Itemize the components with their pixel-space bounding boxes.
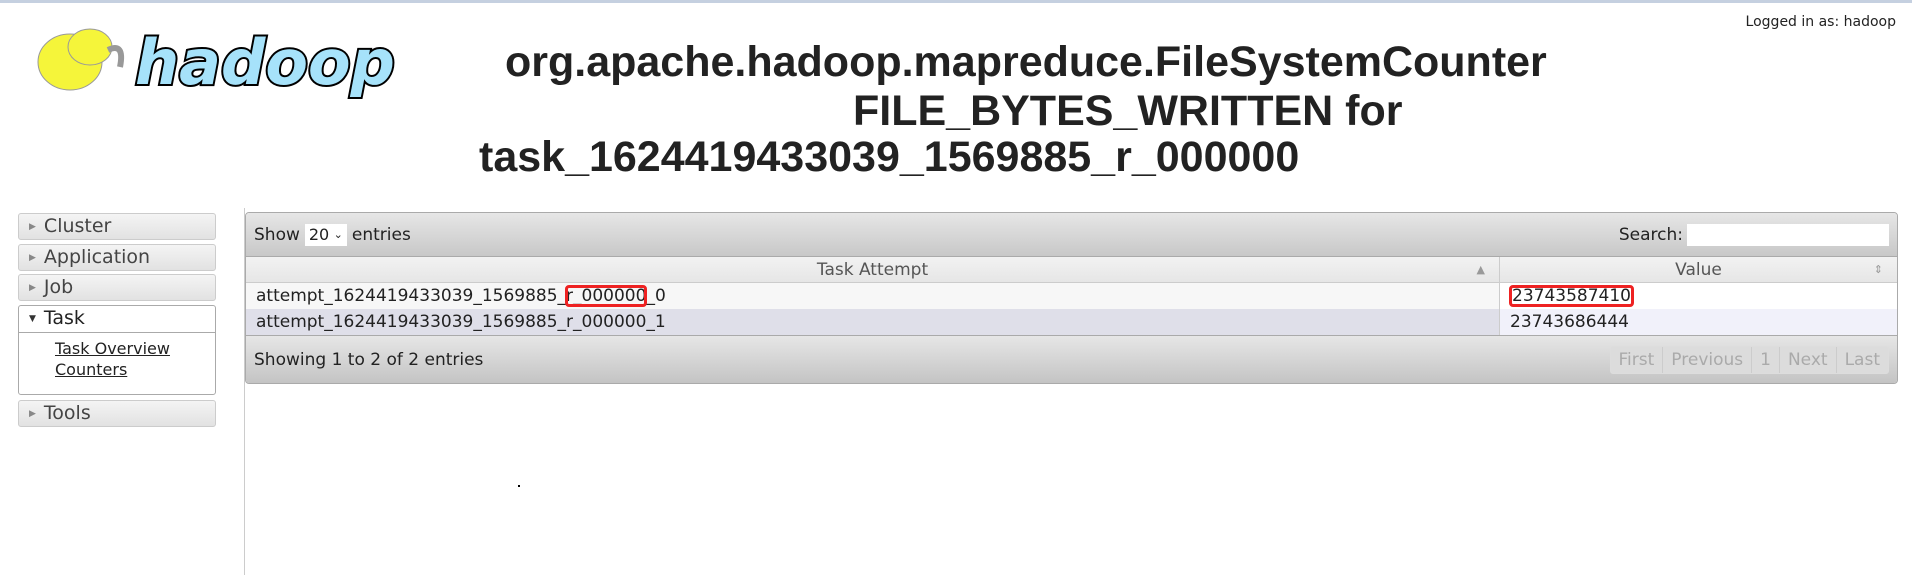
caret-right-icon: ▶ [29, 283, 36, 293]
highlighted-value: 23743587410 [1509, 285, 1634, 307]
counters-table: Show 20 ⌄ entries Search: Task Attempt ▲ V… [245, 212, 1898, 384]
page-title-line-3: task_1624419433039_1569885_r_000000 [479, 133, 1300, 181]
logged-in-label: Logged in as: hadoop [1745, 14, 1896, 30]
caret-right-icon: ▶ [29, 408, 36, 419]
sidebar-item-cluster[interactable]: ▶ Cluster [18, 213, 216, 240]
sort-asc-icon: ▲ [1476, 263, 1485, 276]
first-page-button[interactable]: First [1611, 346, 1664, 373]
sidebar-item-task[interactable]: ▼ Task [19, 306, 215, 333]
caret-right-icon: ▶ [29, 222, 36, 232]
column-header-task-attempt[interactable]: Task Attempt ▲ [246, 257, 1500, 282]
table-toolbar: Show 20 ⌄ entries Search: [246, 213, 1897, 257]
counters-link[interactable]: Counters [55, 359, 215, 380]
sidebar-item-job[interactable]: ▶ Job [18, 274, 216, 301]
top-border [0, 0, 1912, 3]
last-page-button[interactable]: Last [1837, 347, 1888, 373]
sidebar-item-label: Task [43, 306, 85, 329]
page-size-select[interactable]: 20 ⌄ [304, 223, 347, 246]
hadoop-logo[interactable]: hadoop [20, 12, 397, 102]
previous-page-button[interactable]: Previous [1663, 346, 1753, 373]
column-label: Value [1675, 259, 1722, 280]
task-attempt-cell: attempt_1624419433039_1569885_r_000000_0 [246, 283, 1500, 309]
entries-label: entries [351, 224, 411, 245]
next-page-button[interactable]: Next [1780, 346, 1837, 373]
page-title-line-1: org.apache.hadoop.mapreduce.FileSystemCo… [505, 38, 1547, 86]
column-label: Task Attempt [816, 259, 929, 280]
sidebar-item-label: Tools [43, 401, 91, 424]
page-title-line-2: FILE_BYTES_WRITTEN for [853, 87, 1403, 135]
sidebar-item-label: Job [43, 276, 74, 298]
sidebar-item-label: Cluster [43, 215, 112, 237]
table-footer: Showing 1 to 2 of 2 entries First Previo… [246, 335, 1897, 383]
search-box: Search: [1618, 223, 1889, 246]
column-header-value[interactable]: Value ⇕ [1500, 257, 1897, 282]
sidebar-section-task: ▼ Task Task Overview Counters [18, 304, 216, 395]
caret-down-icon: ▼ [29, 313, 36, 324]
sidebar-item-tools[interactable]: ▶ Tools [18, 399, 216, 427]
task-overview-link[interactable]: Task Overview [55, 338, 215, 359]
task-attempt-cell: attempt_1624419433039_1569885_r_000000_1 [246, 309, 1500, 335]
sidebar: ▶ Cluster ▶ Application ▶ Job ▼ Task Task Ov… [18, 213, 216, 430]
value-cell: 23743686444 [1500, 309, 1897, 335]
value-cell: 23743587410 [1500, 283, 1897, 309]
pagination: First Previous 1 Next Last [1609, 345, 1889, 374]
page-1-button[interactable]: 1 [1752, 346, 1780, 373]
caret-right-icon: ▶ [29, 252, 36, 263]
highlighted-text: r_000000 [565, 285, 648, 307]
sort-both-icon: ⇕ [1873, 263, 1883, 276]
attempt-text: _0 [646, 286, 666, 306]
svg-text:hadoop: hadoop [135, 26, 395, 99]
search-input[interactable] [1687, 223, 1889, 246]
table-row: attempt_1624419433039_1569885_r_000000_0… [246, 283, 1897, 309]
search-label: Search: [1618, 224, 1683, 245]
table-header: Task Attempt ▲ Value ⇕ [246, 257, 1897, 283]
table-info: Showing 1 to 2 of 2 entries [254, 349, 484, 370]
sidebar-item-application[interactable]: ▶ Application [18, 243, 216, 271]
attempt-text: attempt_1624419433039_1569885_ [256, 286, 567, 306]
show-label: Show [254, 224, 300, 245]
table-row: attempt_1624419433039_1569885_r_000000_1… [246, 309, 1897, 335]
chevron-down-icon: ⌄ [333, 227, 343, 241]
sidebar-item-label: Application [43, 245, 151, 268]
stray-dot [518, 485, 520, 487]
page-size-value: 20 [308, 224, 330, 244]
